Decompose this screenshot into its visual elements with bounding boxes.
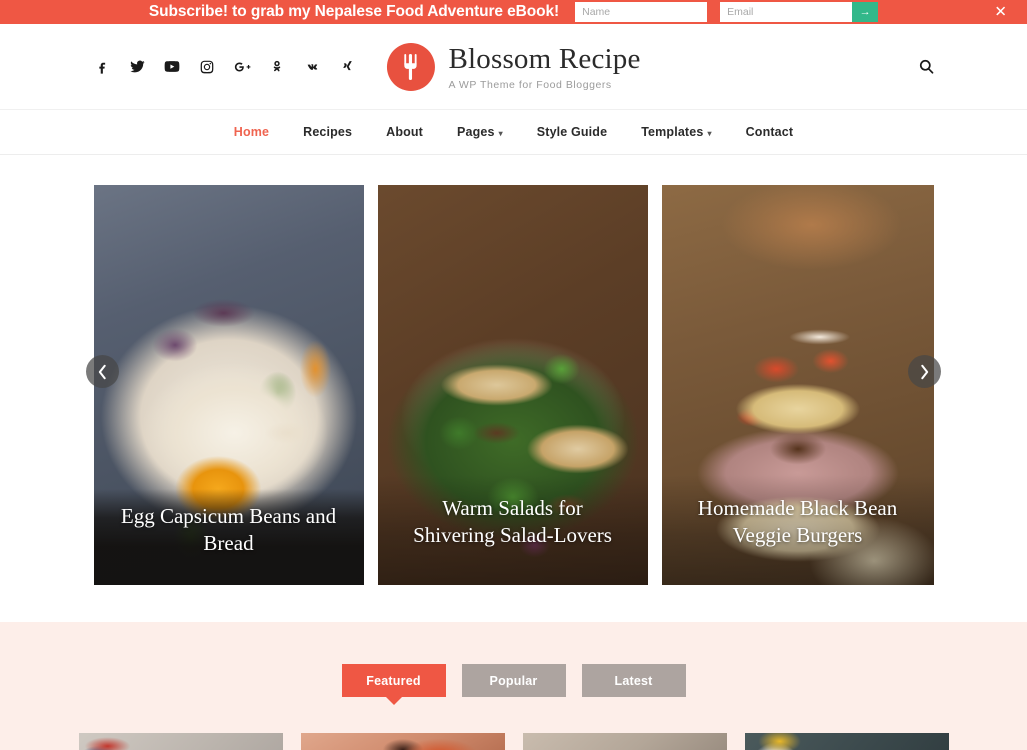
nav-item-pages[interactable]: Pages ▾ bbox=[440, 125, 520, 139]
tab-latest[interactable]: Latest bbox=[581, 664, 686, 697]
nav-item-about[interactable]: About bbox=[369, 125, 440, 139]
nav-item-recipes[interactable]: Recipes bbox=[286, 125, 369, 139]
subscribe-bar: Subscribe! to grab my Nepalese Food Adve… bbox=[0, 0, 1027, 24]
featured-thumbnail[interactable] bbox=[300, 733, 505, 750]
nav-item-contact[interactable]: Contact bbox=[729, 125, 811, 139]
social-links bbox=[93, 58, 356, 76]
slider-next-arrow-icon[interactable] bbox=[908, 355, 941, 388]
nav-label: Recipes bbox=[303, 125, 353, 139]
nav-label: Templates bbox=[641, 125, 704, 139]
youtube-icon[interactable] bbox=[163, 58, 181, 76]
twitter-icon[interactable] bbox=[128, 58, 146, 76]
thumbnail-image bbox=[744, 733, 949, 750]
slide-title: Warm Salads for Shivering Salad-Lovers bbox=[377, 475, 648, 585]
featured-thumbnail-row bbox=[0, 733, 1027, 750]
nav-item-templates[interactable]: Templates ▾ bbox=[624, 125, 728, 139]
fork-logo-icon bbox=[386, 42, 435, 91]
slide-item[interactable]: Homemade Black Bean Veggie Burgers bbox=[661, 185, 934, 585]
nav-label: About bbox=[386, 125, 423, 139]
subscribe-email-input[interactable] bbox=[720, 2, 853, 22]
nav-list: Home Recipes About Pages ▾ Style Guide T… bbox=[217, 125, 810, 139]
thumbnail-image bbox=[78, 733, 283, 750]
slider-prev-arrow-icon[interactable] bbox=[86, 355, 119, 388]
googleplus-icon[interactable] bbox=[233, 58, 251, 76]
slide-title: Egg Capsicum Beans and Bread bbox=[93, 489, 364, 585]
nav-label: Home bbox=[233, 125, 270, 139]
search-icon[interactable] bbox=[915, 56, 937, 78]
tab-featured[interactable]: Featured bbox=[341, 664, 446, 697]
page-title: Blossom Recipe bbox=[448, 43, 641, 76]
site-header: Blossom Recipe A WP Theme for Food Blogg… bbox=[0, 24, 1027, 110]
thumbnail-image bbox=[300, 733, 505, 750]
odnoklassniki-icon[interactable] bbox=[268, 58, 286, 76]
thumbnail-image bbox=[522, 733, 727, 750]
slide-item[interactable]: Warm Salads for Shivering Salad-Lovers bbox=[377, 185, 648, 585]
slide-title: Homemade Black Bean Veggie Burgers bbox=[661, 475, 934, 585]
facebook-icon[interactable] bbox=[93, 58, 111, 76]
slide-item[interactable]: Egg Capsicum Beans and Bread bbox=[93, 185, 364, 585]
featured-tabs: Featured Popular Latest bbox=[0, 664, 1027, 697]
vk-icon[interactable] bbox=[303, 58, 321, 76]
main-navigation: Home Recipes About Pages ▾ Style Guide T… bbox=[0, 110, 1027, 155]
featured-thumbnail[interactable] bbox=[78, 733, 283, 750]
brand-tagline: A WP Theme for Food Bloggers bbox=[448, 78, 612, 91]
nav-label: Style Guide bbox=[536, 125, 608, 139]
brand-text-block: Blossom Recipe A WP Theme for Food Blogg… bbox=[448, 42, 641, 91]
nav-item-style-guide[interactable]: Style Guide bbox=[520, 125, 624, 139]
xing-icon[interactable] bbox=[338, 58, 356, 76]
chevron-down-icon: ▾ bbox=[498, 128, 503, 138]
nav-label: Contact bbox=[745, 125, 794, 139]
featured-section: Featured Popular Latest bbox=[0, 622, 1027, 750]
nav-item-home[interactable]: Home bbox=[217, 125, 286, 139]
instagram-icon[interactable] bbox=[198, 58, 216, 76]
subscribe-name-group bbox=[575, 2, 708, 22]
close-icon[interactable]: ✕ bbox=[994, 5, 1007, 20]
featured-thumbnail[interactable] bbox=[522, 733, 727, 750]
slide-track: Egg Capsicum Beans and Bread Warm Salads… bbox=[0, 185, 1027, 585]
hero-slider: Egg Capsicum Beans and Bread Warm Salads… bbox=[0, 155, 1027, 622]
chevron-down-icon: ▾ bbox=[707, 128, 712, 138]
subscribe-email-group: → bbox=[720, 2, 879, 22]
site-logo[interactable]: Blossom Recipe A WP Theme for Food Blogg… bbox=[386, 42, 641, 91]
subscribe-message: Subscribe! to grab my Nepalese Food Adve… bbox=[148, 3, 560, 20]
subscribe-name-input[interactable] bbox=[575, 2, 708, 22]
nav-label: Pages bbox=[457, 125, 495, 139]
tab-popular[interactable]: Popular bbox=[461, 664, 566, 697]
featured-thumbnail[interactable] bbox=[744, 733, 949, 750]
subscribe-submit-button[interactable]: → bbox=[852, 2, 879, 22]
